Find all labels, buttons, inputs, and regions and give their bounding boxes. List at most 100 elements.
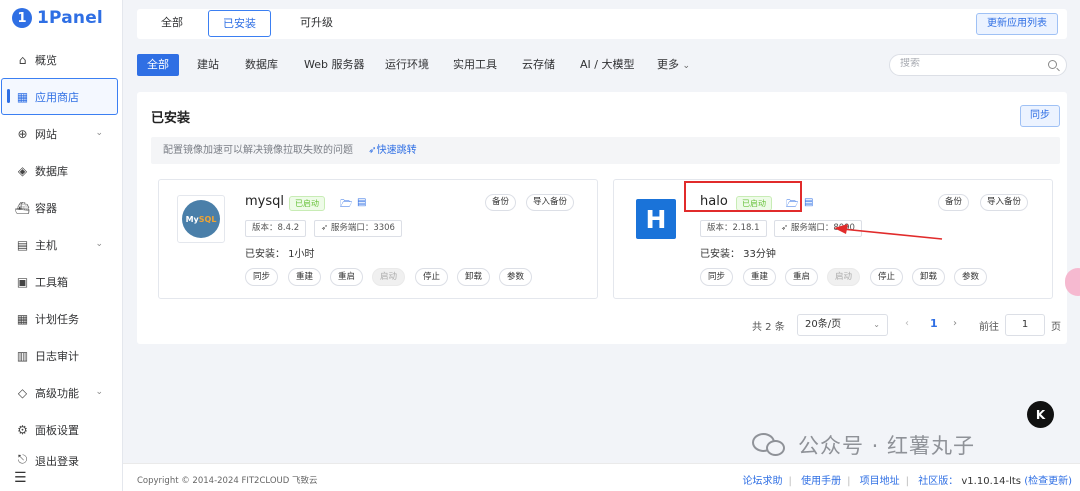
rebuild-button[interactable]: 重建 bbox=[288, 268, 322, 286]
category-website[interactable]: 建站 bbox=[187, 54, 229, 76]
home-icon: ⌂ bbox=[18, 52, 27, 67]
quick-jump-link[interactable]: ➶快速跳转 bbox=[368, 145, 416, 156]
sidebar-item-logs[interactable]: ▥ 日志审计 bbox=[0, 337, 123, 374]
floating-badge[interactable]: K bbox=[1027, 401, 1054, 428]
version-text: v1.10.14-lts bbox=[961, 476, 1021, 487]
sidebar-item-label: 高级功能 bbox=[35, 386, 79, 400]
pagination: 共 2 条 20条/页 ⌄ ‹ 1 › 前往 1 页 bbox=[137, 314, 1067, 336]
app-name: halo bbox=[700, 194, 728, 209]
next-page-icon[interactable]: › bbox=[953, 318, 957, 329]
chevron-down-icon: ⌄ bbox=[873, 320, 880, 329]
sidebar-item-website[interactable]: ⊕ 网站 ⌄ bbox=[0, 115, 123, 152]
send-icon: ➶ bbox=[781, 223, 789, 233]
top-tab-bar: 全部 已安装 可升级 更新应用列表 bbox=[137, 9, 1067, 39]
search-icon[interactable] bbox=[1048, 60, 1057, 69]
copyright: Copyright © 2014-2024 FIT2CLOUD 飞致云 bbox=[137, 476, 318, 486]
category-more[interactable]: 更多 ⌄ bbox=[647, 54, 700, 76]
sidebar-item-label: 概览 bbox=[35, 53, 57, 67]
import-backup-button[interactable]: 导入备份 bbox=[980, 194, 1029, 211]
sidebar-nav: ⌂ 概览 ▦ 应用商店 ⊕ 网站 ⌄ ◈ 数据库 ⛴ 容器 ▤ 主机 ⌄ ▣ 工… bbox=[0, 41, 123, 466]
mysql-logo-text-a: My bbox=[185, 214, 199, 224]
sidebar-item-cron[interactable]: ▦ 计划任务 bbox=[0, 300, 123, 337]
search-box[interactable] bbox=[889, 54, 1067, 76]
start-button[interactable]: 启动 bbox=[827, 268, 861, 286]
sidebar-item-advanced[interactable]: ◇ 高级功能 ⌄ bbox=[0, 374, 123, 411]
toolbox-icon: ▣ bbox=[16, 274, 29, 289]
logo-text: 1Panel bbox=[37, 8, 103, 28]
category-web-server[interactable]: Web 服务器 bbox=[294, 54, 374, 76]
installed-time: 已安装： 1小时 bbox=[245, 249, 315, 260]
sidebar-item-app-store[interactable]: ▦ 应用商店 bbox=[1, 78, 118, 115]
sidebar-item-settings[interactable]: ⚙ 面板设置 bbox=[0, 411, 123, 448]
sidebar-item-logout[interactable]: ⎋ 退出登录 bbox=[0, 448, 123, 466]
sidebar-item-label: 日志审计 bbox=[35, 349, 79, 363]
document-icon[interactable]: ▤ bbox=[804, 197, 813, 208]
goto-label: 前往 bbox=[979, 322, 999, 333]
folder-icon[interactable]: 🗁 bbox=[340, 197, 352, 214]
check-update-link[interactable]: (检查更新) bbox=[1024, 476, 1072, 487]
goto-page-input[interactable]: 1 bbox=[1005, 314, 1045, 336]
restart-button[interactable]: 重启 bbox=[785, 268, 819, 286]
port-label: 服务端口：8090 bbox=[790, 223, 855, 233]
stop-button[interactable]: 停止 bbox=[415, 268, 449, 286]
backup-button[interactable]: 备份 bbox=[485, 194, 517, 211]
category-cloud-storage[interactable]: 云存储 bbox=[512, 54, 565, 76]
server-icon: ▤ bbox=[16, 237, 29, 252]
docker-icon: ⛴ bbox=[14, 200, 31, 215]
tab-all[interactable]: 全部 bbox=[147, 10, 197, 37]
layers-icon: ◈ bbox=[17, 163, 28, 178]
backup-button[interactable]: 备份 bbox=[938, 194, 970, 211]
rebuild-button[interactable]: 重建 bbox=[743, 268, 777, 286]
prev-page-icon[interactable]: ‹ bbox=[905, 318, 909, 329]
import-backup-button[interactable]: 导入备份 bbox=[526, 194, 575, 211]
sidebar-item-toolbox[interactable]: ▣ 工具箱 bbox=[0, 263, 123, 300]
document-icon[interactable]: ▤ bbox=[357, 197, 366, 208]
search-input[interactable] bbox=[900, 58, 1040, 69]
uninstall-button[interactable]: 卸载 bbox=[912, 268, 946, 286]
port-label: 服务端口：3306 bbox=[330, 223, 395, 233]
sync-op-button[interactable]: 同步 bbox=[245, 268, 279, 286]
port-tag: ➶ 服务端口：3306 bbox=[314, 220, 402, 237]
restart-button[interactable]: 重启 bbox=[330, 268, 364, 286]
installed-panel: 已安装 同步 配置镜像加速可以解决镜像拉取失败的问题 ➶快速跳转 My SQL m… bbox=[137, 92, 1067, 344]
category-tools[interactable]: 实用工具 bbox=[443, 54, 507, 76]
params-button[interactable]: 参数 bbox=[499, 268, 533, 286]
start-button[interactable]: 启动 bbox=[372, 268, 406, 286]
stop-button[interactable]: 停止 bbox=[870, 268, 904, 286]
params-button[interactable]: 参数 bbox=[954, 268, 988, 286]
side-float-icon[interactable] bbox=[1065, 268, 1080, 296]
menu-collapse-icon[interactable]: ☰ bbox=[14, 470, 27, 486]
folder-icon[interactable]: 🗁 bbox=[786, 197, 798, 214]
mirror-notice: 配置镜像加速可以解决镜像拉取失败的问题 ➶快速跳转 bbox=[151, 137, 1060, 164]
uninstall-button[interactable]: 卸载 bbox=[457, 268, 491, 286]
tab-upgradable[interactable]: 可升级 bbox=[286, 10, 347, 37]
sidebar-item-overview[interactable]: ⌂ 概览 bbox=[0, 41, 123, 78]
forum-link[interactable]: 论坛求助 bbox=[743, 476, 783, 487]
tab-installed[interactable]: 已安装 bbox=[208, 10, 271, 37]
calendar-icon: ▦ bbox=[16, 311, 29, 326]
notice-text: 配置镜像加速可以解决镜像拉取失败的问题 bbox=[163, 145, 353, 156]
installed-time: 已安装： 33分钟 bbox=[700, 249, 776, 260]
category-ai[interactable]: AI / 大模型 bbox=[570, 54, 644, 76]
app-card-mysql: My SQL mysql 已启动 🗁 ▤ 备份 导入备份 版本：8.4.2 ➶ 服… bbox=[158, 179, 598, 299]
current-page[interactable]: 1 bbox=[930, 317, 938, 330]
chevron-down-icon: ⌄ bbox=[682, 61, 691, 71]
footer-links: 论坛求助 | 使用手册 | 项目地址 | 社区版： v1.10.14-lts (检查更… bbox=[742, 476, 1072, 487]
sidebar-item-database[interactable]: ◈ 数据库 bbox=[0, 152, 123, 189]
category-all[interactable]: 全部 bbox=[137, 54, 179, 76]
log-icon: ▥ bbox=[16, 348, 29, 363]
page-size-select[interactable]: 20条/页 ⌄ bbox=[797, 314, 888, 336]
sync-op-button[interactable]: 同步 bbox=[700, 268, 734, 286]
category-runtime[interactable]: 运行环境 bbox=[375, 54, 439, 76]
category-database[interactable]: 数据库 bbox=[235, 54, 288, 76]
logo[interactable]: 1 1Panel bbox=[12, 4, 103, 32]
category-more-label: 更多 bbox=[657, 58, 679, 71]
manual-link[interactable]: 使用手册 bbox=[801, 476, 841, 487]
page-unit: 页 bbox=[1051, 322, 1061, 333]
sync-button[interactable]: 同步 bbox=[1020, 105, 1060, 127]
quick-jump-label: 快速跳转 bbox=[376, 145, 417, 156]
sidebar-item-container[interactable]: ⛴ 容器 bbox=[0, 189, 123, 226]
sidebar-item-host[interactable]: ▤ 主机 ⌄ bbox=[0, 226, 123, 263]
project-link[interactable]: 项目地址 bbox=[860, 476, 900, 487]
update-app-list-button[interactable]: 更新应用列表 bbox=[976, 13, 1058, 35]
